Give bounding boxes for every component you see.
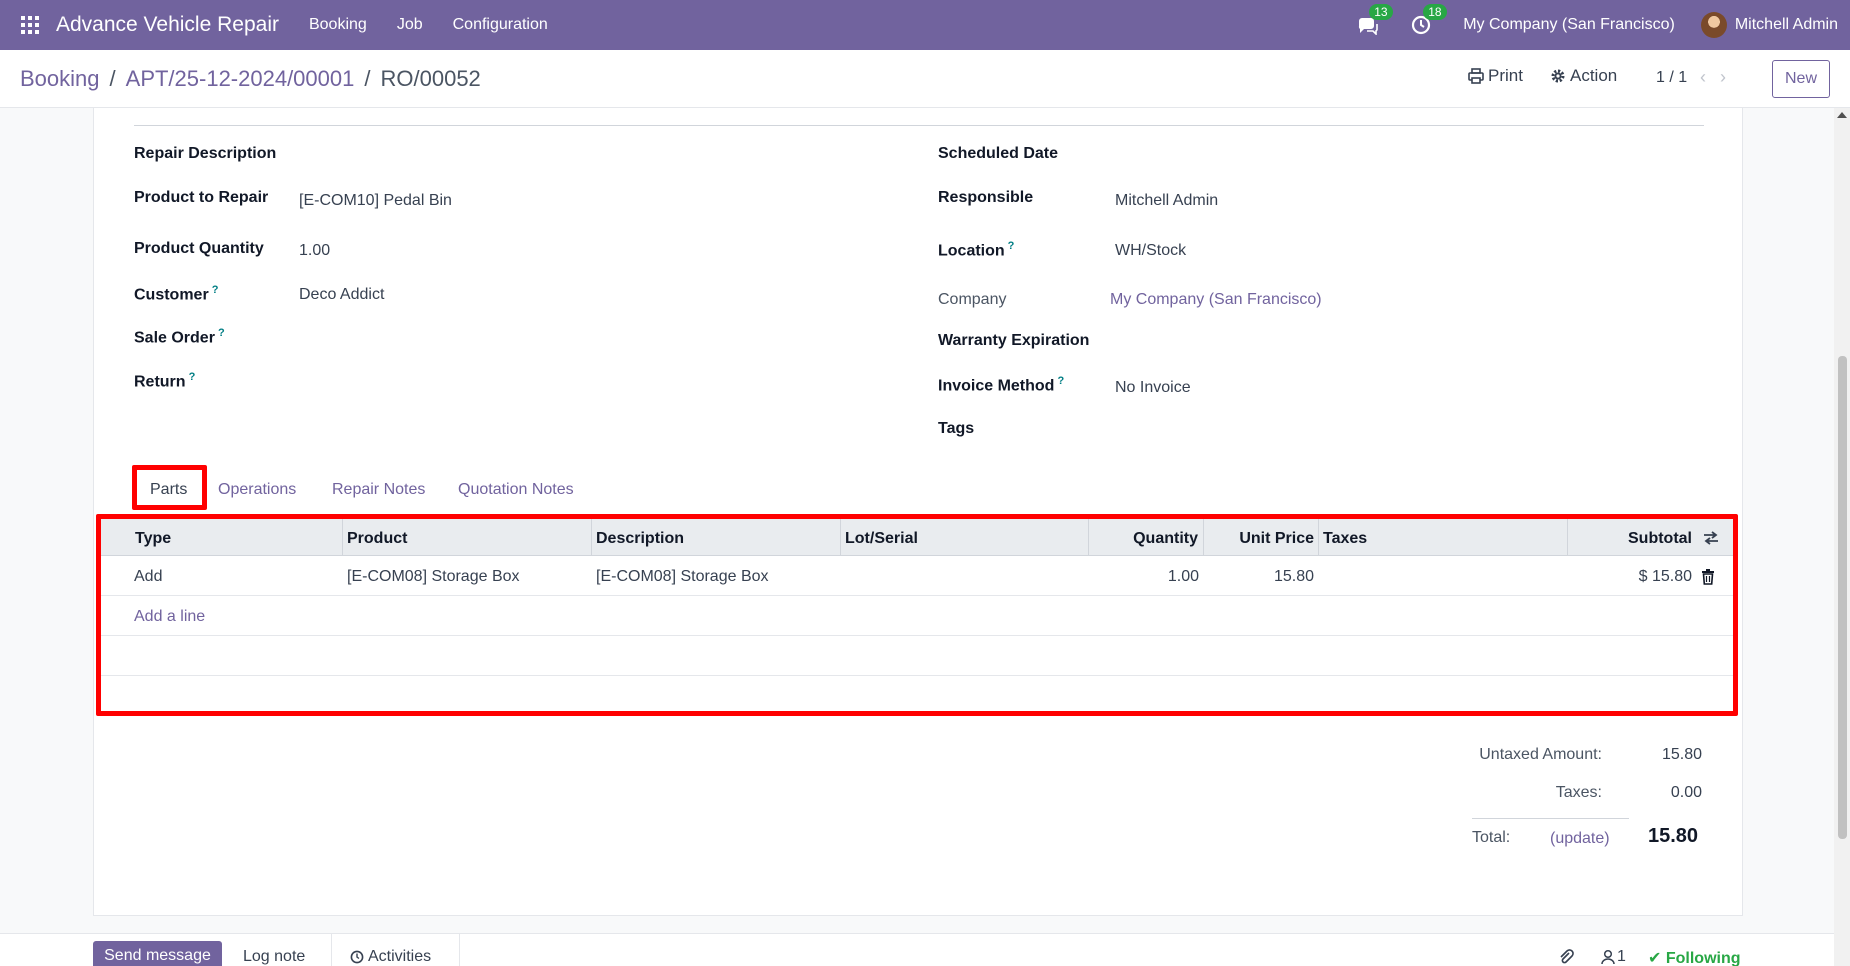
responsible-label: Responsible (938, 189, 1034, 206)
customer-label: Customer? (134, 284, 219, 304)
scroll-up-arrow[interactable] (1837, 112, 1847, 118)
help-tooltip-icon[interactable]: ? (218, 327, 225, 339)
pager-value[interactable]: 1 / 1 (1656, 69, 1687, 87)
untaxed-amount-label: Untaxed Amount: (1479, 746, 1602, 763)
activities-button[interactable]: 18 (1409, 4, 1447, 37)
menu-job[interactable]: Job (397, 16, 423, 34)
action-label: Action (1570, 66, 1618, 85)
product-to-repair-field[interactable]: [E-COM10] Pedal Bin (299, 192, 452, 210)
product-quantity-label: Product Quantity (134, 240, 264, 257)
followers-button[interactable]: 1 (1601, 948, 1626, 966)
gear-icon (1551, 69, 1565, 83)
top-navbar: Advance Vehicle Repair Booking Job Confi… (0, 0, 1850, 50)
breadcrumb: Booking / APT/25-12-2024/00001 / RO/0005… (20, 66, 481, 92)
location-label: Location? (938, 240, 1015, 260)
help-tooltip-icon[interactable]: ? (1057, 375, 1064, 387)
followers-count: 1 (1617, 948, 1626, 965)
taxes-label: Taxes: (1555, 784, 1602, 801)
company-label: Company (938, 291, 1007, 308)
messages-button[interactable]: 13 (1355, 4, 1393, 37)
company-field[interactable]: My Company (San Francisco) (1110, 291, 1322, 309)
divider (134, 125, 1704, 126)
pager-arrows: ‹› (1700, 67, 1740, 88)
breadcrumb-booking[interactable]: Booking (20, 66, 100, 92)
breadcrumb-appointment[interactable]: APT/25-12-2024/00001 (126, 66, 355, 92)
divider (459, 934, 460, 966)
tab-operations[interactable]: Operations (218, 481, 296, 499)
sale-order-label: Sale Order? (134, 327, 225, 347)
send-message-button[interactable]: Send message (93, 941, 222, 966)
breadcrumb-separator: / (109, 66, 116, 91)
scheduled-date-label: Scheduled Date (938, 145, 1059, 162)
messages-badge: 13 (1369, 4, 1393, 20)
update-total-link[interactable]: (update) (1550, 830, 1610, 848)
repair-description-label: Repair Description (134, 145, 277, 162)
navbar-systray: 13 18 My Company (San Francisco) Mitchel… (1355, 0, 1838, 50)
customer-field[interactable]: Deco Addict (299, 286, 384, 304)
product-to-repair-label: Product to Repair (134, 189, 269, 206)
product-quantity-field[interactable]: 1.00 (299, 242, 330, 260)
total-value: 15.80 (1648, 825, 1699, 847)
company-switcher[interactable]: My Company (San Francisco) (1463, 16, 1675, 34)
breadcrumb-current: RO/00052 (380, 66, 481, 91)
responsible-field[interactable]: Mitchell Admin (1115, 192, 1218, 210)
warranty-expiration-label: Warranty Expiration (938, 332, 1090, 349)
app-title[interactable]: Advance Vehicle Repair (56, 13, 279, 37)
menu-configuration[interactable]: Configuration (453, 16, 548, 34)
print-button[interactable]: Print (1468, 66, 1523, 86)
chatter-bar: Send message Log note Activities 1 ✔ Fol… (0, 933, 1850, 966)
invoice-method-field[interactable]: No Invoice (1115, 379, 1191, 397)
check-icon: ✔ (1648, 950, 1662, 966)
activities-label: Activities (368, 948, 432, 965)
breadcrumb-separator: / (364, 66, 371, 91)
activities-badge: 18 (1423, 4, 1447, 20)
total-label: Total: (1472, 829, 1511, 846)
following-button[interactable]: ✔ Following (1648, 948, 1741, 966)
following-label: Following (1665, 950, 1741, 966)
untaxed-amount-value: 15.80 (1661, 746, 1702, 763)
tags-label: Tags (938, 420, 975, 437)
totals-divider (1472, 818, 1629, 819)
location-field[interactable]: WH/Stock (1115, 242, 1186, 260)
parts-tab-highlight (132, 465, 207, 510)
taxes-value: 0.00 (1670, 784, 1702, 801)
user-avatar[interactable] (1700, 12, 1727, 38)
pager-previous-icon[interactable]: ‹ (1700, 67, 1720, 87)
invoice-method-label: Invoice Method? (938, 375, 1065, 395)
return-label: Return? (134, 371, 196, 391)
new-button[interactable]: New (1772, 60, 1830, 98)
pager-next-icon[interactable]: › (1720, 67, 1740, 87)
tab-repair-notes[interactable]: Repair Notes (332, 481, 425, 499)
help-tooltip-icon[interactable]: ? (212, 284, 219, 296)
log-note-button[interactable]: Log note (243, 948, 305, 966)
activities-button[interactable]: Activities (350, 948, 431, 966)
control-panel: Booking / APT/25-12-2024/00001 / RO/0005… (0, 50, 1850, 108)
tab-quotation-notes[interactable]: Quotation Notes (458, 481, 574, 499)
clock-icon (350, 950, 364, 964)
help-tooltip-icon[interactable]: ? (189, 371, 196, 383)
apps-menu-icon[interactable] (20, 15, 40, 35)
help-tooltip-icon[interactable]: ? (1008, 240, 1015, 252)
divider (331, 934, 332, 966)
print-icon (1468, 68, 1484, 84)
parts-table-highlight (96, 514, 1738, 716)
paperclip-icon[interactable] (1557, 948, 1575, 966)
user-icon (1601, 949, 1615, 965)
user-menu[interactable]: Mitchell Admin (1735, 16, 1838, 34)
action-button[interactable]: Action (1550, 66, 1617, 86)
scrollbar-thumb[interactable] (1838, 356, 1847, 839)
menu-booking[interactable]: Booking (309, 16, 367, 34)
print-label: Print (1488, 66, 1523, 85)
